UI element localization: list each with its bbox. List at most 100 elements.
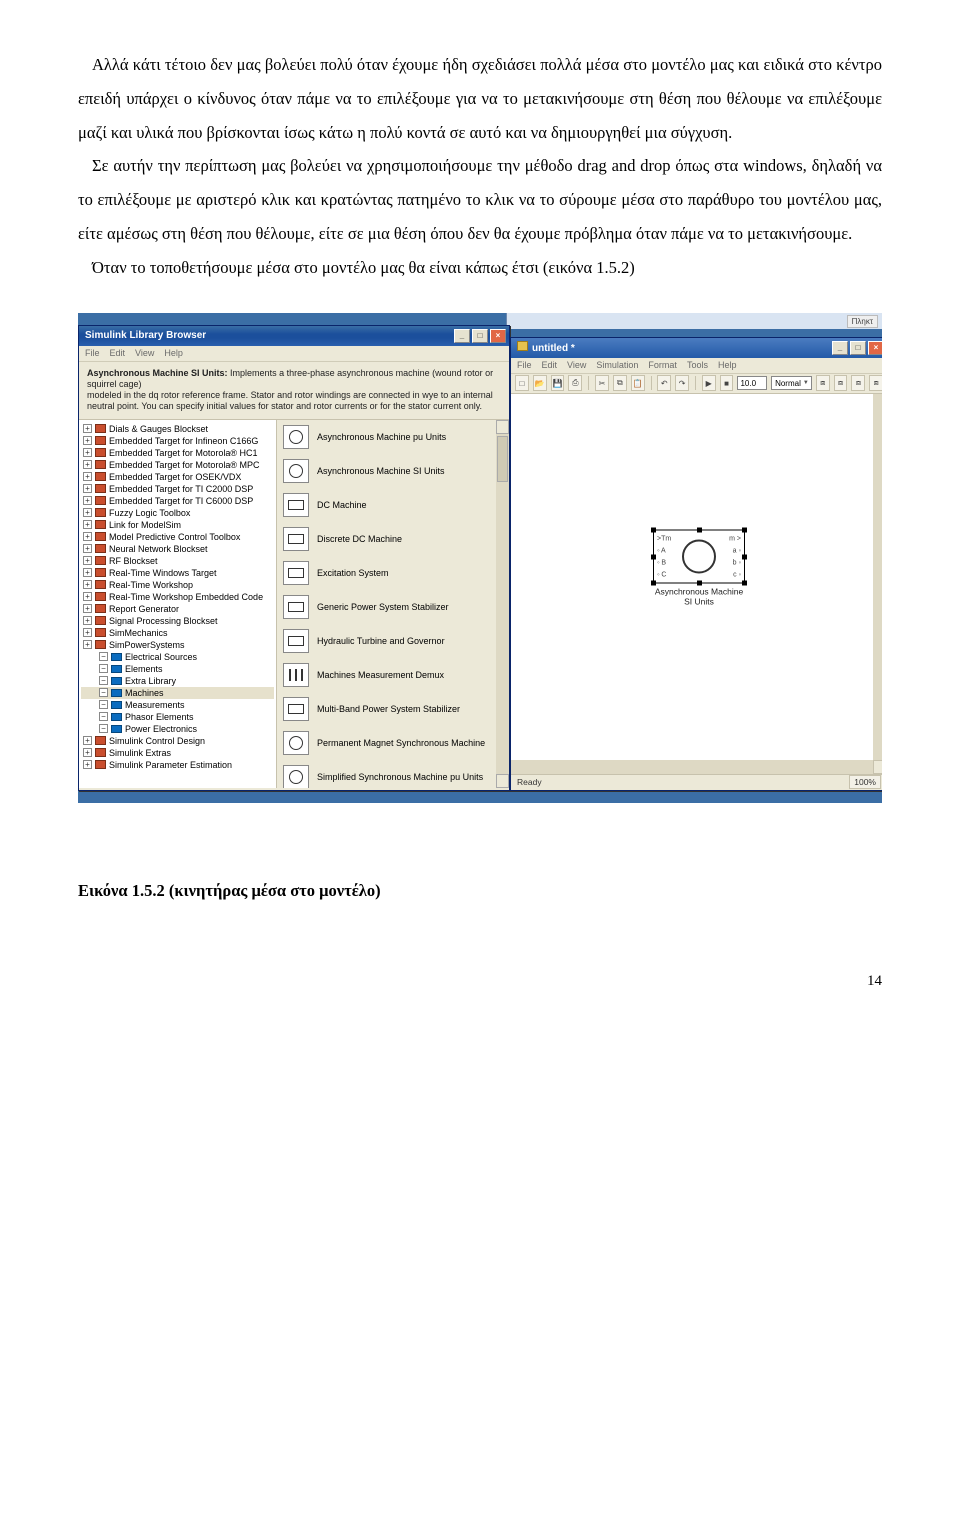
port-tm[interactable]: >Tm	[657, 536, 671, 543]
tree-item[interactable]: +Link for ModelSim	[81, 519, 274, 531]
model-minimize-button[interactable]: _	[832, 341, 848, 355]
tree-item[interactable]: −Machines	[81, 687, 274, 699]
block-item[interactable]: Hydraulic Turbine and Governor	[277, 624, 509, 658]
sel-handle[interactable]	[697, 581, 702, 586]
tree-item[interactable]: +Signal Processing Blockset	[81, 615, 274, 627]
tree-item[interactable]: +Simulink Parameter Estimation	[81, 759, 274, 771]
sim-time-field[interactable]: 10.0	[737, 376, 767, 390]
model-menu-tools[interactable]: Tools	[687, 360, 708, 371]
tree-item[interactable]: +Embedded Target for TI C2000 DSP	[81, 483, 274, 495]
minus-icon[interactable]: −	[99, 724, 108, 733]
tree-item[interactable]: +Neural Network Blockset	[81, 543, 274, 555]
tree-item[interactable]: +Report Generator	[81, 603, 274, 615]
ime-tag[interactable]: Πληκτ	[847, 315, 878, 328]
maximize-button[interactable]: □	[472, 329, 488, 343]
block-item[interactable]: Permanent Magnet Synchronous Machine	[277, 726, 509, 760]
plus-icon[interactable]: +	[83, 532, 92, 541]
tree-item[interactable]: −Phasor Elements	[81, 711, 274, 723]
tree-item[interactable]: −Measurements	[81, 699, 274, 711]
tree-item[interactable]: +Embedded Target for Infineon C166G	[81, 435, 274, 447]
port-b[interactable]: ◦ B	[657, 560, 666, 567]
model-canvas[interactable]: >Tm ◦ A ◦ B ◦ C m > a ◦ b ◦ c ◦ Asynchro…	[511, 394, 882, 774]
model-close-button[interactable]: ×	[868, 341, 882, 355]
minus-icon[interactable]: −	[99, 652, 108, 661]
plus-icon[interactable]: +	[83, 580, 92, 589]
tree-item[interactable]: −Extra Library	[81, 675, 274, 687]
block-item[interactable]: Generic Power System Stabilizer	[277, 590, 509, 624]
lib-menu-edit[interactable]: Edit	[110, 348, 126, 359]
block-item[interactable]: DC Machine	[277, 488, 509, 522]
scroll-down-icon[interactable]	[496, 774, 509, 788]
sel-handle[interactable]	[651, 581, 656, 586]
scrollbar-vertical[interactable]	[496, 420, 509, 788]
lib-menu-view[interactable]: View	[135, 348, 154, 359]
plus-icon[interactable]: +	[83, 496, 92, 505]
open-icon[interactable]: 📂	[533, 375, 547, 391]
model-window[interactable]: untitled * _ □ × File Edit View Simulati…	[510, 337, 882, 791]
model-maximize-button[interactable]: □	[850, 341, 866, 355]
tree-item[interactable]: +Embedded Target for Motorola® HC1	[81, 447, 274, 459]
port-a2[interactable]: a ◦	[733, 548, 741, 555]
model-titlebar[interactable]: untitled * _ □ ×	[511, 338, 882, 358]
model-menu-help[interactable]: Help	[718, 360, 737, 371]
tree-item[interactable]: +Embedded Target for OSEK/VDX	[81, 471, 274, 483]
stop-icon[interactable]: ■	[720, 375, 734, 391]
tree-item[interactable]: −Power Electronics	[81, 723, 274, 735]
tree-item[interactable]: +Fuzzy Logic Toolbox	[81, 507, 274, 519]
resize-grip-icon[interactable]	[873, 760, 882, 774]
sim-mode-select[interactable]: Normal	[771, 376, 812, 390]
tool-b-icon[interactable]: ⧈	[834, 375, 848, 391]
tool-a-icon[interactable]: ⧈	[816, 375, 830, 391]
copy-icon[interactable]: ⧉	[613, 375, 627, 391]
new-icon[interactable]: □	[515, 375, 529, 391]
minus-icon[interactable]: −	[99, 688, 108, 697]
save-icon[interactable]: 💾	[551, 375, 565, 391]
port-c2[interactable]: c ◦	[733, 572, 741, 579]
block-item[interactable]: Excitation System	[277, 556, 509, 590]
sel-handle[interactable]	[742, 555, 747, 560]
block-item[interactable]: Discrete DC Machine	[277, 522, 509, 556]
tool-d-icon[interactable]: ⧈	[869, 375, 882, 391]
sel-handle[interactable]	[651, 555, 656, 560]
tree-item[interactable]: +SimMechanics	[81, 627, 274, 639]
tree-item[interactable]: +Simulink Control Design	[81, 735, 274, 747]
tree-item[interactable]: +Real-Time Workshop Embedded Code	[81, 591, 274, 603]
model-vscroll[interactable]	[873, 394, 882, 774]
plus-icon[interactable]: +	[83, 628, 92, 637]
close-button[interactable]: ×	[490, 329, 506, 343]
tree-item[interactable]: −Electrical Sources	[81, 651, 274, 663]
minus-icon[interactable]: −	[99, 664, 108, 673]
port-a[interactable]: ◦ A	[657, 548, 666, 555]
block-list[interactable]: Asynchronous Machine pu UnitsAsynchronou…	[277, 420, 509, 788]
plus-icon[interactable]: +	[83, 448, 92, 457]
block-item[interactable]: Asynchronous Machine pu Units	[277, 420, 509, 454]
async-machine-block[interactable]: >Tm ◦ A ◦ B ◦ C m > a ◦ b ◦ c ◦ Asynchro…	[653, 530, 745, 607]
minus-icon[interactable]: −	[99, 676, 108, 685]
tree-item[interactable]: +Embedded Target for TI C6000 DSP	[81, 495, 274, 507]
port-m[interactable]: m >	[729, 536, 741, 543]
plus-icon[interactable]: +	[83, 520, 92, 529]
plus-icon[interactable]: +	[83, 484, 92, 493]
redo-icon[interactable]: ↷	[675, 375, 689, 391]
plus-icon[interactable]: +	[83, 616, 92, 625]
block-item[interactable]: Machines Measurement Demux	[277, 658, 509, 692]
lib-menubar[interactable]: File Edit View Help	[79, 346, 509, 362]
zoom-level[interactable]: 100%	[849, 775, 881, 789]
tree-item[interactable]: +Simulink Extras	[81, 747, 274, 759]
minus-icon[interactable]: −	[99, 700, 108, 709]
plus-icon[interactable]: +	[83, 460, 92, 469]
tree-item[interactable]: +SimPowerSystems	[81, 639, 274, 651]
minus-icon[interactable]: −	[99, 712, 108, 721]
plus-icon[interactable]: +	[83, 640, 92, 649]
plus-icon[interactable]: +	[83, 568, 92, 577]
library-browser-window[interactable]: Simulink Library Browser _ □ × File Edit…	[78, 325, 510, 791]
sel-handle[interactable]	[742, 581, 747, 586]
tree-item[interactable]: +Dials & Gauges Blockset	[81, 423, 274, 435]
model-menu-sim[interactable]: Simulation	[596, 360, 638, 371]
tree-item[interactable]: +Real-Time Windows Target	[81, 567, 274, 579]
plus-icon[interactable]: +	[83, 424, 92, 433]
plus-icon[interactable]: +	[83, 508, 92, 517]
tree-item[interactable]: +RF Blockset	[81, 555, 274, 567]
scroll-thumb[interactable]	[497, 436, 508, 482]
minimize-button[interactable]: _	[454, 329, 470, 343]
